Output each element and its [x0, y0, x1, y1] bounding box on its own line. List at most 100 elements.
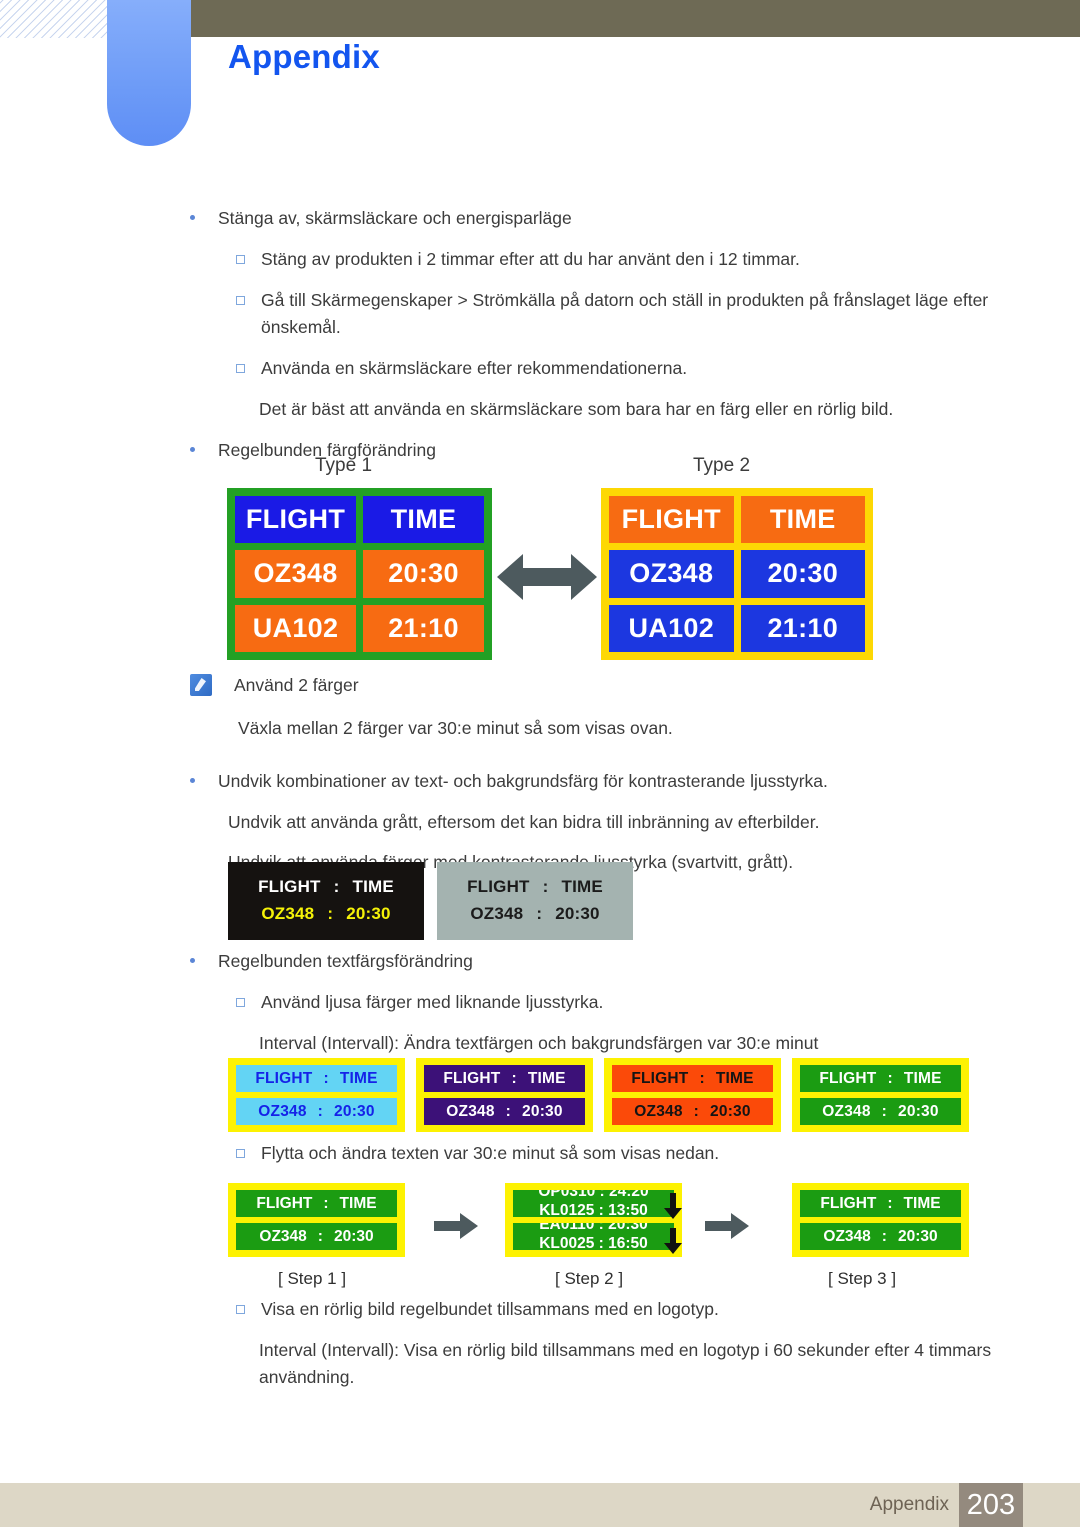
purple-panel-row-2: OZ348 : 20:30: [424, 1098, 585, 1125]
grey-row1-right: TIME: [561, 877, 603, 896]
sub-item-text: Gå till Skärmegenskaper > Strömkälla på …: [261, 290, 989, 337]
board1-cell-flight: FLIGHT: [235, 496, 356, 544]
step3-row1-colon: :: [887, 1194, 893, 1212]
step1-row1-left: FLIGHT: [256, 1194, 313, 1212]
board2-cell-time: TIME: [740, 496, 865, 544]
orange-row2-colon: :: [693, 1102, 700, 1120]
bullet-dot-icon: [190, 778, 195, 783]
dark-row1-left: FLIGHT: [258, 877, 321, 896]
step1-row1-right: TIME: [339, 1194, 377, 1212]
step-sequence-diagram: FLIGHT : TIME OZ348 : 20:30 OP0310 : 24:…: [0, 1183, 1080, 1298]
sub-item-text: Använd ljusa färger med liknande ljussty…: [261, 992, 604, 1012]
step2-row-1: OP0310 : 24:20 KL0125 : 13:50: [513, 1190, 674, 1217]
step3-row1-right: TIME: [903, 1194, 941, 1212]
cyan-row1-right: TIME: [339, 1069, 378, 1087]
dark-row1-right: TIME: [352, 877, 394, 896]
dark-row2-left: OZ348: [261, 904, 315, 923]
orange-panel-row-1: FLIGHT : TIME: [612, 1065, 773, 1092]
step2-row1-line2: KL0125 : 13:50: [539, 1202, 648, 1217]
interval-logo-note-text: Interval (Intervall): Visa en rörlig bil…: [259, 1340, 992, 1387]
down-arrow-icon-1: [664, 1193, 682, 1219]
grey-row2-right: 20:30: [555, 904, 600, 923]
step2-row2-line2: KL0025 : 16:50: [539, 1235, 648, 1250]
cyan-row1-left: FLIGHT: [255, 1069, 313, 1087]
flight-board-type-2: FLIGHT TIME OZ348 20:30 UA102 21:10: [601, 488, 873, 660]
purple-row1-right: TIME: [527, 1069, 566, 1087]
step-2-label: [ Step 2 ]: [555, 1269, 624, 1288]
cyan-row2-colon: :: [317, 1102, 324, 1120]
cyan-row2-left: OZ348: [258, 1102, 307, 1120]
board1-cell-2030: 20:30: [363, 550, 484, 598]
interval-note-row: Interval (Intervall): Ändra textfärgen o…: [259, 1030, 1080, 1057]
contrast-board-dark: FLIGHT : TIME OZ348 : 20:30: [228, 862, 424, 940]
down-arrow-icon-2: [664, 1228, 682, 1254]
sub-item-bright-colors: Använd ljusa färger med liknande ljussty…: [236, 989, 1080, 1016]
grey-board-row-2: OZ348 : 20:30: [455, 900, 615, 927]
step2-row-2: EA0110 : 20:30 KL0025 : 16:50: [513, 1223, 674, 1250]
flight-board-type-1: FLIGHT TIME OZ348 20:30 UA102 21:10: [227, 488, 492, 660]
type-1-label: Type 1: [315, 455, 373, 476]
grey-row1-colon: :: [542, 877, 549, 896]
step1-row2-left: OZ348: [259, 1227, 307, 1245]
color-panel-purple: FLIGHT : TIME OZ348 : 20:30: [416, 1058, 593, 1132]
purple-row2-colon: :: [505, 1102, 512, 1120]
sub-bullet-square-icon: [236, 364, 245, 373]
footer-page-number: 203: [959, 1483, 1023, 1527]
avoid-grey-text: Undvik att använda grått, eftersom det k…: [228, 812, 820, 832]
step-3-label: [ Step 3 ]: [828, 1269, 897, 1288]
board2-cell-2030: 20:30: [740, 550, 865, 598]
step-1-panel: FLIGHT : TIME OZ348 : 20:30: [228, 1183, 405, 1257]
step-3-panel: FLIGHT : TIME OZ348 : 20:30: [792, 1183, 969, 1257]
orange-row1-colon: :: [699, 1069, 705, 1087]
grey-row2-left: OZ348: [470, 904, 524, 923]
bullet-dot-icon: [190, 958, 195, 963]
board1-cell-2110: 21:10: [363, 604, 484, 652]
sub-bullet-square-icon: [236, 998, 245, 1007]
grey-row1-left: FLIGHT: [467, 877, 530, 896]
contrast-board-examples: FLIGHT : TIME OZ348 : 20:30 FLIGHT : TIM…: [0, 862, 1080, 944]
header-blue-tab: [107, 0, 191, 146]
avoid-grey-row: Undvik att använda grått, eftersom det k…: [228, 809, 1080, 836]
bullet-item-text-color-change: Regelbunden textfärgsförändring: [190, 948, 1080, 975]
sub-item-screensaver-note: Det är bäst att använda en skärmsläckare…: [259, 396, 1080, 423]
sub-bullet-square-icon: [236, 1149, 245, 1158]
sub-item-moving-image-logo: Visa en rörlig bild regelbundet tillsamm…: [236, 1296, 1080, 1323]
purple-row1-colon: :: [511, 1069, 517, 1087]
note-pen-icon: [190, 674, 212, 696]
orange-row2-right: 20:30: [710, 1102, 751, 1120]
dark-board-row-1: FLIGHT : TIME: [246, 873, 406, 900]
sub-bullet-square-icon: [236, 1305, 245, 1314]
step3-row2-colon: :: [881, 1227, 887, 1245]
board2-cell-ua102: UA102: [609, 604, 734, 652]
board2-cell-flight: FLIGHT: [609, 496, 734, 544]
color-panel-orange: FLIGHT : TIME OZ348 : 20:30: [604, 1058, 781, 1132]
cyan-row1-colon: :: [323, 1069, 329, 1087]
sub-item-move-text: Flytta och ändra texten var 30:e minut s…: [236, 1140, 1080, 1167]
color-panel-green: FLIGHT : TIME OZ348 : 20:30: [792, 1058, 969, 1132]
step1-row2-colon: :: [317, 1227, 323, 1245]
sub-bullet-square-icon: [236, 255, 245, 264]
green-panel-row-2: OZ348 : 20:30: [800, 1098, 961, 1125]
cyan-panel-row-2: OZ348 : 20:30: [236, 1098, 397, 1125]
step1-row2-right: 20:30: [333, 1227, 374, 1245]
green-row1-right: TIME: [903, 1069, 942, 1087]
sub-item-text: Flytta och ändra texten var 30:e minut s…: [261, 1143, 720, 1163]
sub-item-screensaver: Använda en skärmsläckare efter rekommend…: [236, 355, 1080, 382]
color-panel-cyan: FLIGHT : TIME OZ348 : 20:30: [228, 1058, 405, 1132]
sub-item-text: Använda en skärmsläckare efter rekommend…: [261, 358, 688, 378]
green-row1-colon: :: [887, 1069, 893, 1087]
bullet-text: Undvik kombinationer av text- och bakgru…: [218, 771, 828, 791]
note-block-two-colors: Använd 2 färger: [190, 672, 1080, 699]
grey-board-row-1: FLIGHT : TIME: [455, 873, 615, 900]
board1-cell-ua102: UA102: [235, 604, 356, 652]
green-panel-row-1: FLIGHT : TIME: [800, 1065, 961, 1092]
footer-section-label: Appendix: [869, 1494, 949, 1515]
orange-row1-left: FLIGHT: [631, 1069, 689, 1087]
board2-cell-oz348: OZ348: [609, 550, 734, 598]
cyan-panel-row-1: FLIGHT : TIME: [236, 1065, 397, 1092]
step1-row-2: OZ348 : 20:30: [236, 1223, 397, 1250]
interval-logo-note-row: Interval (Intervall): Visa en rörlig bil…: [259, 1337, 1080, 1391]
sub-item-display-properties: Gå till Skärmegenskaper > Strömkälla på …: [236, 287, 1080, 341]
note-body: Växla mellan 2 färger var 30:e minut så …: [238, 718, 673, 738]
double-arrow-icon: [497, 554, 597, 600]
